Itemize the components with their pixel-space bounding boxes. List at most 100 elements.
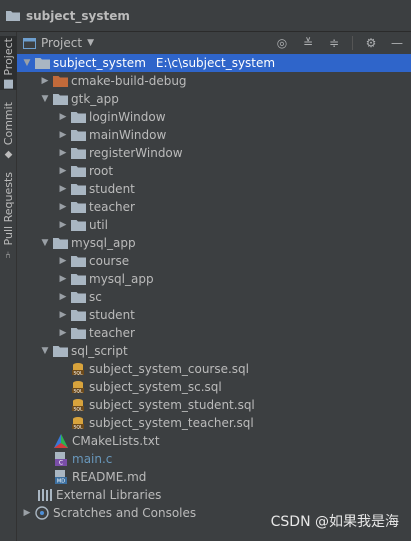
chevron-down-icon[interactable]: ▼ (38, 92, 52, 106)
view-selector[interactable]: Project ▼ (23, 36, 94, 50)
tree-item-gtk-app[interactable]: ▼ gtk_app (17, 90, 411, 108)
folder-icon (70, 164, 86, 178)
folder-icon (70, 218, 86, 232)
sql-file-icon: SQL (70, 362, 86, 376)
tree-item-sql-file[interactable]: SQL subject_system_teacher.sql (17, 414, 411, 432)
item-label: subject_system_teacher.sql (89, 416, 254, 430)
folder-icon (70, 254, 86, 268)
side-tool-strip: Project ◆ Commit ⑂ Pull Requests (0, 32, 17, 541)
tree-item-cmake-build-debug[interactable]: ▶ cmake-build-debug (17, 72, 411, 90)
chevron-right-icon[interactable]: ▶ (20, 506, 34, 520)
side-tab-commit[interactable]: ◆ Commit (0, 102, 17, 160)
tree-item-teacher-mysql[interactable]: ▶ teacher (17, 324, 411, 342)
tree-item-student-mysql[interactable]: ▶ student (17, 306, 411, 324)
expand-all-icon[interactable]: ≚ (300, 35, 316, 51)
chevron-right-icon[interactable]: ▶ (56, 164, 70, 178)
item-label: subject_system_sc.sql (89, 380, 222, 394)
tree-item-course[interactable]: ▶ course (17, 252, 411, 270)
item-label: CMakeLists.txt (72, 434, 160, 448)
svg-text:SQL: SQL (73, 370, 83, 376)
tree-item-readme[interactable]: MD README.md (17, 468, 411, 486)
tree-item-mainwindow[interactable]: ▶ mainWindow (17, 126, 411, 144)
minimize-icon[interactable]: — (389, 35, 405, 51)
folder-icon (70, 290, 86, 304)
chevron-right-icon[interactable]: ▶ (56, 218, 70, 232)
folder-icon (70, 128, 86, 142)
item-label: sql_script (71, 344, 128, 358)
chevron-right-icon[interactable]: ▶ (56, 308, 70, 322)
tree-item-mysql-app-sub[interactable]: ▶ mysql_app (17, 270, 411, 288)
tree-item-cmakelists[interactable]: CMakeLists.txt (17, 432, 411, 450)
scratches-icon (34, 506, 50, 520)
chevron-right-icon[interactable]: ▶ (56, 272, 70, 286)
item-label: util (89, 218, 108, 232)
tree-item-util[interactable]: ▶ util (17, 216, 411, 234)
collapse-all-icon[interactable]: ≑ (326, 35, 342, 51)
tree-item-sql-file[interactable]: SQL subject_system_sc.sql (17, 378, 411, 396)
chevron-down-icon[interactable]: ▼ (38, 236, 52, 250)
tree-item-external-libraries[interactable]: External Libraries (17, 486, 411, 504)
markdown-file-icon: MD (53, 470, 69, 484)
libraries-icon (37, 488, 53, 502)
tree-item-loginwindow[interactable]: ▶ loginWindow (17, 108, 411, 126)
chevron-right-icon[interactable]: ▶ (56, 290, 70, 304)
item-label: course (89, 254, 130, 268)
sql-file-icon: SQL (70, 380, 86, 394)
root-path: E:\c\subject_system (155, 56, 276, 70)
item-label: main.c (72, 452, 113, 466)
chevron-down-icon[interactable]: ▼ (38, 344, 52, 358)
folder-icon (52, 344, 68, 358)
chevron-right-icon[interactable]: ▶ (56, 110, 70, 124)
tree-item-teacher[interactable]: ▶ teacher (17, 198, 411, 216)
folder-icon (70, 200, 86, 214)
pull-request-icon: ⑂ (3, 249, 14, 260)
item-label: subject_system_student.sql (89, 398, 255, 412)
toolbar-divider (352, 36, 353, 50)
svg-text:SQL: SQL (73, 424, 83, 430)
side-tab-pull-requests-label: Pull Requests (2, 172, 15, 246)
locate-icon[interactable]: ◎ (274, 35, 290, 51)
tree-item-student[interactable]: ▶ student (17, 180, 411, 198)
chevron-right-icon[interactable]: ▶ (56, 200, 70, 214)
chevron-right-icon[interactable]: ▶ (56, 146, 70, 160)
item-label: README.md (72, 470, 147, 484)
tree-item-registerwindow[interactable]: ▶ registerWindow (17, 144, 411, 162)
item-label: mainWindow (89, 128, 167, 142)
commit-icon: ◆ (3, 149, 14, 161)
folder-icon (52, 236, 68, 250)
side-tab-project[interactable]: Project (0, 36, 17, 90)
chevron-down-icon[interactable]: ▼ (20, 56, 34, 70)
side-tab-pull-requests[interactable]: ⑂ Pull Requests (0, 172, 17, 260)
side-tab-project-label: Project (2, 37, 15, 76)
chevron-right-icon[interactable]: ▶ (38, 74, 52, 88)
item-label: registerWindow (89, 146, 183, 160)
item-label: sc (89, 290, 102, 304)
tree-item-sc[interactable]: ▶ sc (17, 288, 411, 306)
chevron-right-icon[interactable]: ▶ (56, 326, 70, 340)
folder-icon (6, 11, 20, 21)
gear-icon[interactable]: ⚙ (363, 35, 379, 51)
chevron-down-icon: ▼ (87, 38, 94, 48)
tree-item-main-c[interactable]: C main.c (17, 450, 411, 468)
tree-item-root[interactable]: ▼ subject_system E:\c\subject_system (17, 54, 411, 72)
chevron-right-icon[interactable]: ▶ (56, 182, 70, 196)
view-selector-label: Project (41, 36, 83, 50)
tree-item-sql-file[interactable]: SQL subject_system_course.sql (17, 360, 411, 378)
folder-icon (70, 272, 86, 286)
svg-text:SQL: SQL (73, 388, 83, 394)
tree-item-sql-script[interactable]: ▼ sql_script (17, 342, 411, 360)
project-view-icon (23, 37, 36, 49)
item-label: Scratches and Consoles (53, 506, 197, 520)
item-label: External Libraries (56, 488, 162, 502)
tree-item-sql-file[interactable]: SQL subject_system_student.sql (17, 396, 411, 414)
chevron-right-icon[interactable]: ▶ (56, 128, 70, 142)
svg-text:MD: MD (57, 479, 65, 485)
item-label: loginWindow (89, 110, 166, 124)
project-title: subject_system (26, 8, 130, 23)
tree-item-root-folder[interactable]: ▶ root (17, 162, 411, 180)
folder-icon (70, 308, 86, 322)
item-label: student (89, 182, 135, 196)
chevron-right-icon[interactable]: ▶ (56, 254, 70, 268)
project-tree: ▼ subject_system E:\c\subject_system ▶ c… (17, 54, 411, 522)
tree-item-mysql-app[interactable]: ▼ mysql_app (17, 234, 411, 252)
